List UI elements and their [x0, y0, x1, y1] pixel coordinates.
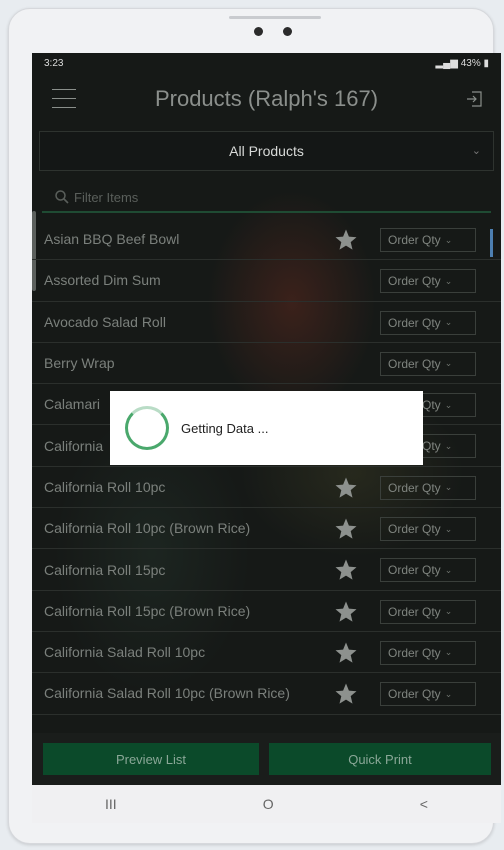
star-icon[interactable]: [334, 476, 358, 500]
status-battery: ▂▄▆ 43% ▮: [435, 57, 489, 69]
app-screen: 3:23 ▂▄▆ 43% ▮ Products (Ralph's 167) Al…: [32, 53, 501, 823]
chevron-down-icon: ⌄: [444, 234, 453, 245]
order-qty-select[interactable]: Order Qty⌄: [380, 640, 476, 665]
chevron-down-icon: ⌄: [444, 482, 453, 493]
chevron-down-icon: ⌄: [471, 145, 481, 157]
signal-icon: ▂▄▆: [435, 57, 461, 69]
product-name: Avocado Salad Roll: [44, 313, 166, 330]
order-qty-label: Order Qty: [388, 274, 441, 289]
product-row[interactable]: Assorted Dim Sum Order Qty ⌄: [32, 260, 501, 302]
product-name: Assorted Dim Sum: [44, 272, 161, 289]
page-title: Products (Ralph's 167): [154, 86, 379, 111]
product-row[interactable]: California Roll 15pc Order Qty ⌄: [32, 549, 501, 591]
order-qty-select[interactable]: Order Qty⌄: [380, 310, 476, 335]
star-icon[interactable]: [334, 641, 358, 665]
status-time: 3:23: [44, 57, 64, 69]
recent-apps-button[interactable]: III: [105, 796, 117, 812]
scrollbar-right[interactable]: [490, 229, 493, 257]
android-nav-bar: III O <: [32, 785, 501, 823]
logout-icon[interactable]: [465, 89, 485, 109]
product-row[interactable]: California Roll 10pc (Brown Rice) Order Q…: [32, 508, 501, 550]
loading-spinner-icon: [125, 406, 169, 450]
category-select-value: All Products: [229, 143, 304, 159]
order-qty-select[interactable]: Order Qty⌄: [380, 682, 476, 707]
order-qty-label: Order Qty: [388, 315, 441, 330]
product-name: California Roll 15pc: [44, 561, 166, 578]
chevron-down-icon: ⌄: [444, 440, 453, 451]
preview-list-button[interactable]: Preview List: [43, 743, 259, 775]
speaker-grille: [229, 16, 321, 19]
product-row[interactable]: California Roll 15pc (Brown Rice) Order Q…: [32, 591, 501, 632]
footer-actions: Preview List Quick Print: [32, 733, 501, 785]
chevron-down-icon: ⌄: [444, 275, 453, 286]
product-name: Calamari: [44, 396, 101, 413]
order-qty-select[interactable]: Order Qty⌄: [380, 475, 476, 500]
filter-input[interactable]: Filter Items: [42, 183, 491, 213]
chevron-down-icon: ⌄: [444, 317, 453, 328]
order-qty-label: Order Qty: [388, 522, 441, 537]
product-row[interactable]: Avocado Salad Roll Order Qty ⌄: [32, 302, 501, 343]
filter-placeholder: Filter Items: [74, 189, 139, 205]
star-icon[interactable]: [334, 558, 358, 582]
product-list: Asian BBQ Beef Bowl Order Qty ⌄ Assorted Di…: [32, 219, 501, 715]
sensor-icon: [283, 27, 292, 36]
camera-icon: [254, 27, 263, 36]
order-qty-select[interactable]: Order Qty⌄: [380, 351, 476, 376]
order-qty-label: Order Qty: [388, 687, 441, 702]
product-name: California: [44, 437, 104, 454]
order-qty-label: Order Qty: [388, 356, 441, 371]
star-icon[interactable]: [334, 600, 358, 624]
device-frame: 3:23 ▂▄▆ 43% ▮ Products (Ralph's 167) Al…: [8, 8, 501, 844]
order-qty-label: Order Qty: [388, 604, 441, 619]
star-icon[interactable]: [334, 682, 358, 706]
order-qty-select[interactable]: Order Qty⌄: [380, 599, 476, 624]
chevron-down-icon: ⌄: [444, 606, 453, 617]
product-name: California Roll 10pc (Brown Rice): [44, 520, 251, 537]
quick-print-button[interactable]: Quick Print: [269, 743, 491, 775]
chevron-down-icon: ⌄: [444, 564, 453, 575]
order-qty-label: Order Qty: [388, 480, 441, 495]
order-qty-select[interactable]: Order Qty⌄: [380, 558, 476, 583]
product-name: Berry Wrap: [44, 355, 115, 372]
order-qty-select[interactable]: Order Qty⌄: [380, 269, 476, 294]
order-qty-label: Order Qty: [388, 563, 441, 578]
app-header: Products (Ralph's 167): [32, 73, 501, 125]
product-row[interactable]: Berry Wrap Order Qty ⌄: [32, 343, 501, 385]
search-icon: [55, 190, 69, 204]
order-qty-select[interactable]: Order Qty⌄: [380, 517, 476, 542]
product-row[interactable]: Asian BBQ Beef Bowl Order Qty ⌄: [32, 219, 501, 261]
loading-dialog: Getting Data ...: [110, 391, 423, 465]
product-row[interactable]: California Salad Roll 10pc (Brown Rice) O…: [32, 673, 501, 715]
chevron-down-icon: ⌄: [444, 399, 453, 410]
product-name: California Roll 10pc: [44, 478, 166, 495]
battery-icon: ▮: [480, 57, 489, 69]
order-qty-label: Order Qty: [388, 233, 441, 247]
product-name: California Roll 15pc (Brown Rice): [44, 602, 251, 619]
product-row[interactable]: California Salad Roll 10pc Order Qty ⌄: [32, 632, 501, 674]
order-qty-select[interactable]: Order Qty⌄: [380, 228, 476, 252]
chevron-down-icon: ⌄: [444, 358, 453, 369]
star-icon[interactable]: [334, 517, 358, 541]
menu-icon[interactable]: [52, 89, 76, 109]
home-button[interactable]: O: [263, 796, 274, 812]
product-name: California Salad Roll 10pc (Brown Rice): [44, 685, 290, 702]
back-button[interactable]: <: [420, 796, 428, 812]
chevron-down-icon: ⌄: [444, 647, 453, 658]
chevron-down-icon: ⌄: [444, 523, 453, 534]
product-name: California Salad Roll 10pc: [44, 644, 206, 661]
loading-message: Getting Data ...: [181, 420, 269, 436]
order-qty-label: Order Qty: [388, 645, 441, 660]
chevron-down-icon: ⌄: [444, 688, 453, 699]
product-name: Asian BBQ Beef Bowl: [44, 231, 180, 248]
category-select[interactable]: All Products ⌄: [39, 131, 494, 171]
product-row[interactable]: California Roll 10pc Order Qty ⌄: [32, 467, 501, 509]
status-bar: 3:23 ▂▄▆ 43% ▮: [32, 53, 501, 73]
star-icon[interactable]: [334, 228, 358, 252]
